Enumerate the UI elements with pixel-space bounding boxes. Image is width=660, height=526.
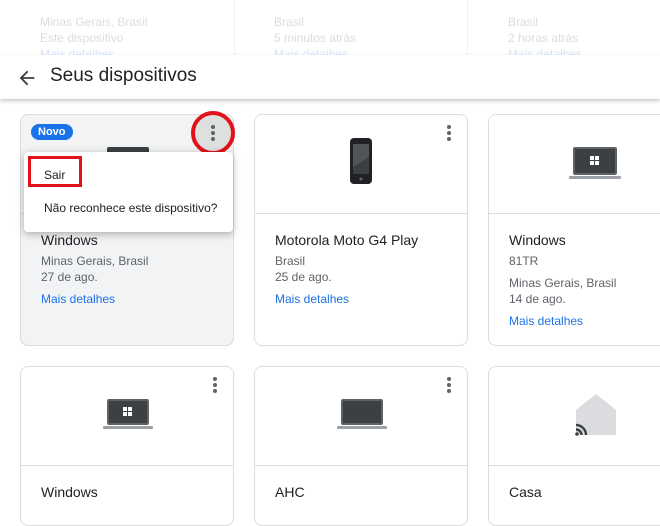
divider (234, 0, 235, 60)
home-cast-icon (575, 394, 616, 436)
device-card-casa[interactable]: Casa (488, 366, 660, 526)
more-options-icon[interactable] (439, 375, 459, 395)
device-card-details: Motorola Moto G4 Play Brasil 25 de ago. … (275, 231, 457, 307)
new-badge: Novo (31, 124, 73, 140)
laptop-icon (337, 399, 387, 429)
device-location: Minas Gerais, Brasil (41, 254, 149, 268)
device-card-details: Windows Minas Gerais, Brasil 27 de ago. … (41, 231, 223, 307)
device-card-details: Windows (41, 483, 223, 505)
more-details-link[interactable]: Mais detalhes (41, 291, 223, 307)
device-card-motorola[interactable]: Motorola Moto G4 Play Brasil 25 de ago. … (254, 114, 468, 346)
background-device-list: Minas Gerais, Brasil Este dispositivo Ma… (0, 0, 660, 60)
device-card-windows-3[interactable]: Windows (20, 366, 234, 526)
device-card-details: Casa (509, 483, 660, 505)
device-date: 27 de ago. (41, 270, 98, 284)
more-options-icon[interactable] (205, 375, 225, 395)
divider (467, 0, 468, 60)
device-card-details: Windows 81TR Minas Gerais, Brasil 14 de … (509, 231, 660, 329)
background-column-3: Brasil 2 horas atrás Mais detalhes (508, 14, 582, 60)
device-name: Motorola Moto G4 Play (275, 232, 419, 248)
arrow-back-icon[interactable] (16, 67, 38, 89)
more-options-icon[interactable] (203, 123, 223, 143)
background-text: 5 minutos atrás (274, 31, 357, 45)
device-card-windows-2[interactable]: Windows 81TR Minas Gerais, Brasil 14 de … (488, 114, 660, 346)
device-model: 81TR (509, 254, 539, 268)
device-location: Brasil (275, 254, 306, 268)
background-text: 2 horas atrás (508, 31, 579, 45)
device-date: 14 de ago. (509, 292, 566, 306)
page-title: Seus dispositivos (50, 65, 197, 86)
device-location: Minas Gerais, Brasil (509, 276, 617, 290)
device-card-details: AHC (275, 483, 457, 505)
menu-item-sair[interactable]: Sair (44, 168, 65, 182)
background-text: Minas Gerais, Brasil (40, 15, 148, 29)
device-name: Casa (509, 484, 542, 500)
device-card-image-area (255, 115, 467, 214)
laptop-icon (103, 399, 153, 429)
phone-icon (350, 138, 372, 184)
background-column-2: Brasil 5 minutos atrás Mais detalhes (274, 14, 356, 60)
device-name: AHC (275, 484, 305, 500)
device-date: 25 de ago. (275, 270, 332, 284)
device-card-image-area (255, 367, 467, 466)
device-card-image-area (21, 367, 233, 466)
device-name: Windows (41, 484, 98, 500)
device-card-image-area (489, 115, 660, 214)
device-name: Windows (41, 232, 98, 248)
background-column-1: Minas Gerais, Brasil Este dispositivo Ma… (40, 14, 147, 60)
device-card-ahc[interactable]: AHC (254, 366, 468, 526)
more-options-icon[interactable] (439, 123, 459, 143)
device-options-menu: Sair Não reconhece este dispositivo? (24, 152, 233, 232)
highlight-circle (191, 111, 235, 155)
background-text: Este dispositivo (40, 31, 124, 45)
page-header: Seus dispositivos (0, 55, 660, 99)
device-name: Windows (509, 232, 566, 248)
more-details-link[interactable]: Mais detalhes (509, 313, 660, 329)
more-details-link[interactable]: Mais detalhes (275, 291, 457, 307)
background-text: Brasil (274, 15, 305, 29)
laptop-icon (569, 147, 621, 179)
background-text: Brasil (508, 15, 539, 29)
menu-item-nao-reconhece[interactable]: Não reconhece este dispositivo? (44, 201, 217, 215)
device-card-image-area (489, 367, 660, 466)
